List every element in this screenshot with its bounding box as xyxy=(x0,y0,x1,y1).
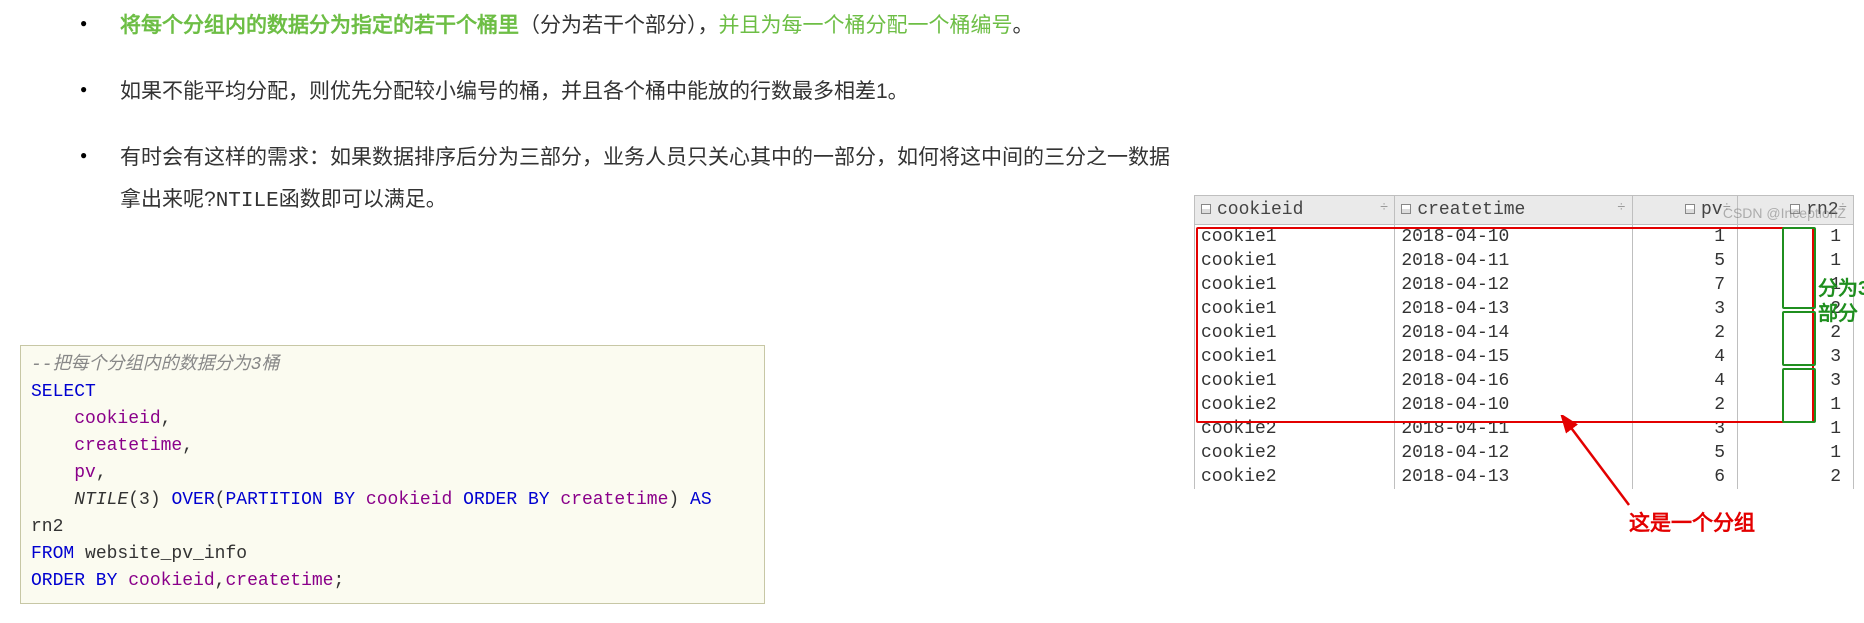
bullet3-post: 函数即可以满足。 xyxy=(279,188,447,211)
table-body: cookie12018-04-1011 cookie12018-04-1151 … xyxy=(1195,225,1854,490)
column-icon xyxy=(1685,204,1695,214)
table-row: cookie12018-04-1543 xyxy=(1195,345,1854,369)
bullet1-tail-plain: 。 xyxy=(1013,14,1034,37)
table-row: cookie22018-04-1362 xyxy=(1195,465,1854,489)
table-row: cookie22018-04-1251 xyxy=(1195,441,1854,465)
sql-select: SELECT xyxy=(31,382,96,402)
sql-as: AS xyxy=(690,490,712,510)
bullet3-func: NTILE xyxy=(216,190,279,213)
result-table: cookieid÷ createtime÷ pv÷ rn2÷ cookie120… xyxy=(1194,195,1854,489)
table-row: cookie12018-04-1332 xyxy=(1195,297,1854,321)
table-row: cookie12018-04-1011 xyxy=(1195,225,1854,250)
sql-alias: rn2 xyxy=(31,517,63,537)
sql-table: website_pv_info xyxy=(74,544,247,564)
bullet-3: 有时会有这样的需求：如果数据排序后分为三部分，业务人员只关心其中的一部分，如何将… xyxy=(80,137,1300,223)
sql-from: FROM xyxy=(31,544,74,564)
table-row: cookie12018-04-1271 xyxy=(1195,273,1854,297)
sql-over: OVER xyxy=(171,490,214,510)
sql-orderby: ORDER BY xyxy=(463,490,549,510)
sql-code-block: --把每个分组内的数据分为3桶 SELECT cookieid, createt… xyxy=(20,345,765,604)
col-header-pv[interactable]: pv÷ xyxy=(1632,196,1737,225)
result-table-container: cookieid÷ createtime÷ pv÷ rn2÷ cookie120… xyxy=(1194,195,1854,489)
watermark: CSDN @InceptionZ xyxy=(1723,205,1846,221)
bullet1-paren: （分为若干个部分）， xyxy=(519,14,719,37)
sort-icon[interactable]: ÷ xyxy=(1380,200,1388,216)
column-icon xyxy=(1401,204,1411,214)
bullet-2: 如果不能平均分配，则优先分配较小编号的桶，并且各个桶中能放的行数最多相差1。 xyxy=(80,71,1300,113)
sql-comment: --把每个分组内的数据分为3桶 xyxy=(31,352,754,379)
col-header-cookieid[interactable]: cookieid÷ xyxy=(1195,196,1395,225)
table-row: cookie12018-04-1643 xyxy=(1195,369,1854,393)
sql-partitionby: PARTITION BY xyxy=(225,490,355,510)
bullet2-text: 如果不能平均分配，则优先分配较小编号的桶，并且各个桶中能放的行数最多相差1。 xyxy=(120,80,909,103)
table-row: cookie22018-04-1021 xyxy=(1195,393,1854,417)
sql-id-createtime: createtime xyxy=(74,436,182,456)
table-row: cookie12018-04-1151 xyxy=(1195,249,1854,273)
bullet3-pre: 拿出来呢? xyxy=(120,188,216,211)
bullet-1: 将每个分组内的数据分为指定的若干个桶里（分为若干个部分），并且为每一个桶分配一个… xyxy=(80,5,1300,47)
table-row: cookie12018-04-1422 xyxy=(1195,321,1854,345)
annotation-red-text: 这是一个分组 xyxy=(1629,507,1755,537)
bullet-list: 将每个分组内的数据分为指定的若干个桶里（分为若干个部分），并且为每一个桶分配一个… xyxy=(80,5,1300,223)
bullet3-line1: 有时会有这样的需求：如果数据排序后分为三部分，业务人员只关心其中的一部分，如何将… xyxy=(120,146,1170,169)
sql-ntile-arg: (3) xyxy=(128,490,171,510)
table-row: cookie22018-04-1131 xyxy=(1195,417,1854,441)
annotation-green-text: 分为3个 部分 xyxy=(1818,277,1864,327)
sql-ntile: NTILE xyxy=(74,490,128,510)
article-body: 将每个分组内的数据分为指定的若干个桶里（分为若干个部分），并且为每一个桶分配一个… xyxy=(0,0,1300,223)
sort-icon[interactable]: ÷ xyxy=(1617,200,1625,216)
bullet1-tail-green: 并且为每一个桶分配一个桶编号 xyxy=(719,14,1013,37)
sql-id-pv: pv xyxy=(74,463,96,483)
col-header-createtime[interactable]: createtime÷ xyxy=(1395,196,1632,225)
sql-id-cookieid: cookieid xyxy=(74,409,160,429)
sql-orderby2: ORDER BY xyxy=(31,571,117,591)
bullet1-highlight: 将每个分组内的数据分为指定的若干个桶里 xyxy=(120,14,519,37)
column-icon xyxy=(1201,204,1211,214)
